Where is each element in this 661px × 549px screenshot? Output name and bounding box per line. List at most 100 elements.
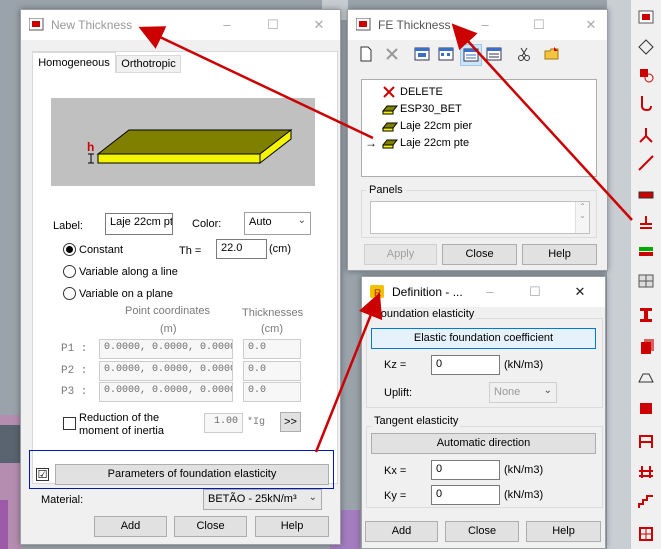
- stairs-icon[interactable]: [635, 490, 657, 512]
- reduction-checkbox[interactable]: [63, 417, 76, 430]
- node-icon[interactable]: [635, 64, 657, 86]
- minimize-button[interactable]: –: [480, 283, 500, 301]
- close-window-button[interactable]: ✕: [570, 283, 590, 301]
- point-coords-unit: (m): [160, 323, 177, 335]
- material-value: BETÃO - 25kN/m³: [208, 493, 297, 505]
- ky-field[interactable]: 0: [431, 485, 500, 505]
- elastic-foundation-coefficient-button[interactable]: Elastic foundation coefficient: [371, 328, 596, 349]
- support-icon[interactable]: [635, 212, 657, 234]
- delete-x-icon: [382, 86, 398, 98]
- material-select[interactable]: BETÃO - 25kN/m³ ⌄: [203, 489, 322, 510]
- help-button[interactable]: Help: [255, 516, 329, 537]
- variable-plane-radio[interactable]: [63, 287, 76, 300]
- p1-label: P1 :: [61, 343, 88, 355]
- reduction-label-line1: Reduction of the: [79, 412, 160, 424]
- wall-icon[interactable]: [635, 366, 657, 388]
- help-button[interactable]: Help: [522, 244, 597, 265]
- hook-icon[interactable]: [635, 92, 657, 114]
- select-icon[interactable]: [635, 6, 657, 28]
- building-icon[interactable]: [635, 522, 657, 544]
- automatic-direction-button[interactable]: Automatic direction: [371, 433, 596, 454]
- list-item[interactable]: DELETE: [382, 84, 443, 100]
- definition-titlebar[interactable]: R Definition - ... – ☐ ✕: [362, 277, 605, 307]
- p1-thickness-field[interactable]: 0.0: [243, 339, 301, 359]
- maximize-button[interactable]: ☐: [529, 16, 549, 34]
- kz-field[interactable]: 0: [431, 355, 500, 375]
- fe-thickness-titlebar[interactable]: FE Thickness – ☐ ✕: [348, 10, 607, 40]
- color-select[interactable]: Auto ⌄: [244, 212, 311, 235]
- more-button[interactable]: >>: [280, 412, 301, 432]
- grid-icon[interactable]: [635, 270, 657, 292]
- layers-icon[interactable]: [635, 240, 657, 262]
- p3-coords-field[interactable]: 0.0000, 0.0000, 0.0000: [99, 382, 233, 402]
- foundation-parameters-button[interactable]: Parameters of foundation elasticity: [55, 464, 329, 485]
- window-title: New Thickness: [51, 18, 133, 32]
- thickness-list[interactable]: DELETE ESP30_BET Laje 22cm pier → Laje 2…: [361, 79, 597, 177]
- list-item[interactable]: Laje 22cm pier: [381, 118, 473, 134]
- close-window-button[interactable]: ✕: [309, 16, 329, 34]
- help-button[interactable]: Help: [526, 521, 601, 542]
- frame-icon[interactable]: [635, 430, 657, 452]
- new-file-icon[interactable]: [358, 46, 376, 64]
- th-field[interactable]: 22.0: [216, 239, 267, 259]
- close-button[interactable]: Close: [442, 244, 517, 265]
- new-thickness-titlebar[interactable]: New Thickness – ☐ ✕: [21, 10, 340, 40]
- cut-icon[interactable]: [516, 46, 534, 64]
- column-icon[interactable]: [635, 336, 657, 358]
- apply-button[interactable]: Apply: [364, 244, 437, 265]
- diamond-icon[interactable]: [635, 36, 657, 58]
- i-beam-icon[interactable]: [635, 304, 657, 326]
- list-item[interactable]: → Laje 22cm pte: [365, 135, 469, 151]
- add-button[interactable]: Add: [365, 521, 438, 542]
- tab-orthotropic[interactable]: Orthotropic: [116, 55, 181, 73]
- truss-icon[interactable]: [635, 460, 657, 482]
- delete-icon[interactable]: [384, 46, 402, 64]
- list-item-label: ESP30_BET: [400, 103, 462, 115]
- panels-scrollbar[interactable]: ⌃ ⌄: [575, 202, 589, 233]
- p2-thickness-field[interactable]: 0.0: [243, 361, 301, 381]
- line-icon[interactable]: [635, 152, 657, 174]
- fe-thickness-window: FE Thickness – ☐ ✕ DELETE ESP30_BET Laje…: [347, 9, 608, 271]
- tab-homogeneous[interactable]: Homogeneous: [32, 52, 116, 73]
- variable-line-radio[interactable]: [63, 265, 76, 278]
- chevron-down-icon: ⌄: [297, 215, 306, 226]
- list-item[interactable]: ESP30_BET: [381, 101, 462, 117]
- reduction-label-line2: moment of inertia: [79, 425, 164, 437]
- close-window-button[interactable]: ✕: [581, 16, 601, 34]
- minimize-button[interactable]: –: [217, 16, 237, 34]
- beam-icon[interactable]: [635, 184, 657, 206]
- p3-thickness-field[interactable]: 0.0: [243, 382, 301, 402]
- small-icons-view-icon[interactable]: [438, 46, 456, 64]
- constant-radio[interactable]: [63, 243, 76, 256]
- block-icon[interactable]: [635, 396, 657, 418]
- reduction-field[interactable]: 1.00: [204, 413, 243, 433]
- details-view-icon[interactable]: [486, 46, 504, 64]
- close-button[interactable]: Close: [445, 521, 519, 542]
- panels-textarea[interactable]: ⌃ ⌄: [370, 201, 590, 234]
- paste-icon[interactable]: [544, 46, 562, 64]
- app-icon: [355, 17, 372, 32]
- chevron-down-icon: ⌄: [308, 492, 317, 503]
- minimize-button[interactable]: –: [475, 16, 495, 34]
- maximize-button[interactable]: ☐: [525, 283, 545, 301]
- add-button[interactable]: Add: [94, 516, 167, 537]
- list-view-icon[interactable]: [460, 44, 482, 66]
- ky-unit: (kN/m3): [504, 489, 544, 501]
- uplift-select[interactable]: None ⌄: [489, 382, 557, 403]
- selected-arrow-icon: →: [365, 136, 377, 150]
- label-field[interactable]: Laje 22cm pt: [105, 213, 173, 235]
- list-item-label: Laje 22cm pier: [400, 120, 473, 132]
- foundation-checkbox[interactable]: ☑: [36, 468, 49, 481]
- cad-scrollbar-area[interactable]: [607, 0, 630, 549]
- p1-coords-field[interactable]: 0.0000, 0.0000, 0.0000: [99, 339, 233, 359]
- variable-plane-label: Variable on a plane: [79, 288, 173, 300]
- maximize-button[interactable]: ☐: [263, 16, 283, 34]
- close-button[interactable]: Close: [174, 516, 247, 537]
- foundation-elasticity-caption: Foundation elasticity: [372, 308, 477, 320]
- fork-icon[interactable]: [635, 124, 657, 146]
- kx-field[interactable]: 0: [431, 460, 500, 480]
- large-icons-view-icon[interactable]: [414, 46, 432, 64]
- chevron-down-icon: ⌄: [543, 385, 552, 396]
- p2-coords-field[interactable]: 0.0000, 0.0000, 0.0000: [99, 361, 233, 381]
- kx-caption: Kx =: [384, 465, 407, 477]
